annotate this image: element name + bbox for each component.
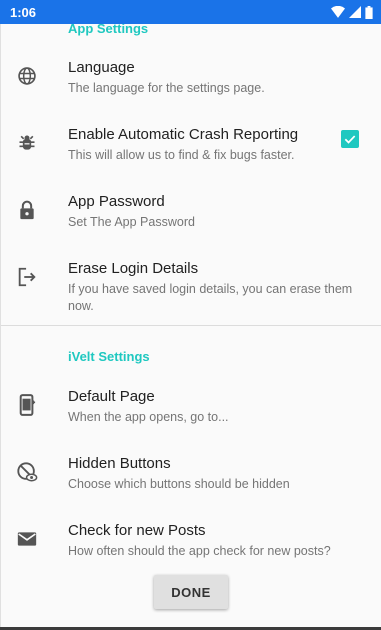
pref-language[interactable]: Language The language for the settings p…	[1, 54, 381, 118]
section-header-ivelt-settings: iVelt Settings	[68, 349, 150, 364]
pref-summary: If you have saved login details, you can…	[68, 282, 353, 313]
status-bar: 1:06	[0, 0, 381, 24]
pref-title: Erase Login Details	[68, 260, 199, 277]
pref-title: Language	[68, 59, 135, 76]
mail-icon	[15, 527, 39, 551]
checkmark-icon	[344, 135, 356, 144]
pref-erase-login[interactable]: Erase Login Details If you have saved lo…	[1, 255, 381, 319]
pref-summary: Set The App Password	[68, 215, 195, 229]
settings-sheet: App Settings Language The language for t…	[0, 24, 381, 630]
pref-title: Check for new Posts	[68, 522, 206, 539]
visibility-off-icon	[15, 460, 39, 484]
logout-icon	[15, 265, 39, 289]
pref-crash-reporting[interactable]: Enable Automatic Crash Reporting This wi…	[1, 121, 381, 185]
signal-icon	[349, 6, 361, 18]
battery-icon	[365, 5, 373, 19]
pref-hidden-buttons[interactable]: Hidden Buttons Choose which buttons shou…	[1, 450, 381, 514]
section-divider	[1, 325, 381, 326]
pref-app-password[interactable]: App Password Set The App Password	[1, 188, 381, 252]
section-header-app-settings: App Settings	[68, 24, 149, 36]
pref-summary: How often should the app check for new p…	[68, 544, 331, 558]
pref-title: Hidden Buttons	[68, 455, 171, 472]
pref-summary: Choose which buttons should be hidden	[68, 477, 290, 491]
pref-summary: The language for the settings page.	[68, 81, 265, 95]
bug-icon	[15, 131, 39, 155]
pref-check-new-posts[interactable]: Check for new Posts How often should the…	[1, 517, 381, 581]
wifi-icon	[331, 6, 345, 18]
pref-title: Enable Automatic Crash Reporting	[68, 126, 299, 143]
pref-title: Default Page	[68, 388, 155, 405]
pref-default-page[interactable]: Default Page When the app opens, go to..…	[1, 383, 381, 447]
pref-summary: This will allow us to find & fix bugs fa…	[68, 148, 295, 162]
pref-title: App Password	[68, 193, 165, 210]
done-button[interactable]: DONE	[154, 575, 228, 609]
phone-add-icon	[15, 393, 39, 417]
globe-icon	[15, 64, 39, 88]
lock-icon	[15, 198, 39, 222]
pref-summary: When the app opens, go to...	[68, 410, 229, 424]
status-time: 1:06	[10, 4, 37, 20]
status-icons	[331, 5, 373, 19]
crash-reporting-checkbox[interactable]	[341, 130, 359, 148]
